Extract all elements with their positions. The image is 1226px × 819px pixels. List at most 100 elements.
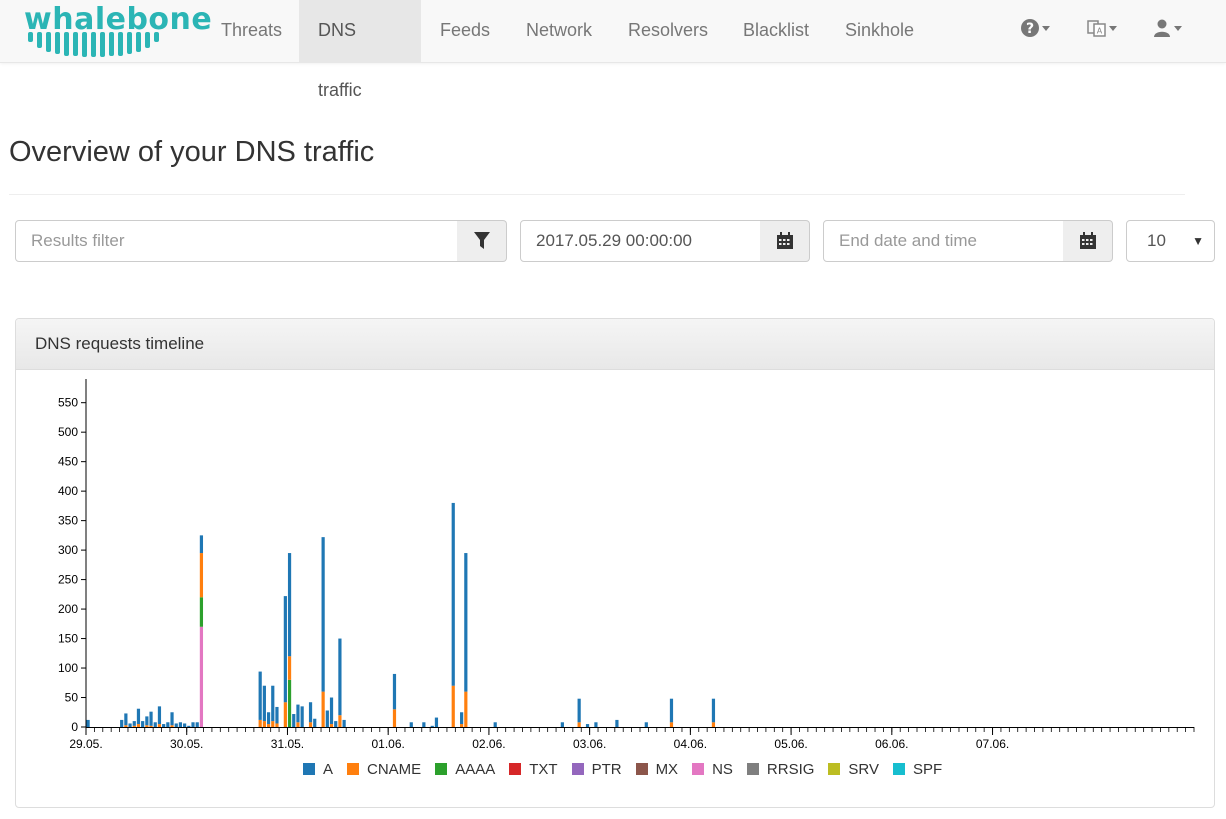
bar-segment-cname	[266, 724, 271, 727]
legend-label: AAAA	[455, 760, 496, 778]
legend-swatch	[828, 763, 841, 775]
bar-segment-a	[283, 596, 287, 703]
results-filter-input[interactable]	[15, 220, 458, 262]
nav-network[interactable]: Network	[507, 0, 611, 62]
bar-segment-cname	[287, 656, 292, 680]
bar-segment-a	[120, 719, 124, 727]
nav-sinkhole[interactable]: Sinkhole	[826, 0, 933, 62]
bar-segment-a	[594, 722, 598, 727]
x-tick-label: 04.06.	[674, 737, 707, 751]
bar-segment-cname	[271, 721, 275, 727]
legend-swatch	[635, 763, 648, 775]
bar-segment-a	[132, 721, 136, 726]
dropdown-arrow-icon: ▼	[1192, 234, 1204, 248]
bar-segment-a	[191, 722, 195, 727]
filter-button[interactable]	[457, 220, 507, 262]
svg-text:A: A	[1097, 27, 1103, 36]
end-date-calendar-button[interactable]	[1063, 220, 1113, 262]
bar-segment-a	[149, 711, 153, 726]
bar-segment-a	[262, 685, 266, 722]
legend-item-cname[interactable]: CNAME	[347, 760, 421, 778]
page-title: Overview of your DNS traffic	[9, 136, 375, 168]
legend-label: SPF	[913, 760, 943, 778]
page-size-select[interactable]: 10 ▼	[1126, 220, 1215, 262]
start-date-input[interactable]	[520, 220, 761, 262]
bar-segment-a	[334, 721, 338, 727]
svg-text:?: ?	[1026, 21, 1034, 37]
bar-segment-a	[287, 553, 292, 657]
help-menu[interactable]: ?	[1020, 18, 1050, 44]
bar-segment-cname	[392, 709, 397, 727]
y-tick-label: 450	[58, 455, 78, 469]
bar-segment-a	[464, 553, 468, 692]
nav-resolvers[interactable]: Resolvers	[609, 0, 727, 62]
bar-segment-a	[325, 710, 329, 727]
legend-label: NS	[712, 760, 733, 778]
bar-segment-a	[434, 717, 439, 727]
bar-segment-a	[313, 718, 317, 727]
legend-swatch	[509, 763, 522, 775]
bar-segment-aaaa	[287, 679, 292, 727]
chevron-down-icon	[1042, 25, 1050, 31]
bar-segment-a	[296, 704, 300, 723]
legend-item-a[interactable]: A	[303, 760, 333, 778]
y-tick-label: 150	[58, 632, 78, 646]
bar-segment-a	[460, 712, 464, 725]
legend-swatch	[347, 763, 360, 775]
user-icon	[1154, 19, 1170, 37]
bar-segment-cname	[338, 715, 342, 727]
legend-item-txt[interactable]: TXT	[509, 760, 558, 778]
y-tick-label: 300	[58, 543, 78, 557]
nav-feeds[interactable]: Feeds	[421, 0, 509, 62]
nav-threats[interactable]: Threats	[202, 0, 301, 62]
bar-segment-a	[615, 719, 619, 727]
legend-item-rrsig[interactable]: RRSIG	[746, 760, 815, 778]
bar-segment-cname	[275, 723, 279, 727]
legend-item-mx[interactable]: MX	[635, 760, 678, 778]
language-menu[interactable]: A	[1087, 18, 1117, 44]
x-tick-label: 02.06.	[472, 737, 505, 751]
bar-segment-a	[183, 723, 187, 727]
chart-legend: A CNAME AAAA TXT PTR MX NS RRSIG SRV SPF	[303, 760, 956, 778]
x-tick-label: 30.05.	[170, 737, 203, 751]
x-tick-label: 03.06.	[573, 737, 606, 751]
bar-segment-a	[321, 537, 325, 692]
y-tick-label: 50	[65, 691, 79, 705]
bar-segment-a	[329, 697, 334, 725]
bar-segment-a	[560, 722, 564, 727]
legend-item-aaaa[interactable]: AAAA	[435, 760, 495, 778]
bar-segment-a	[187, 725, 191, 727]
legend-item-ptr[interactable]: PTR	[571, 760, 622, 778]
bar-segment-a	[669, 698, 674, 723]
bar-segment-cname	[132, 725, 136, 727]
y-tick-label: 350	[58, 514, 78, 528]
legend-item-srv[interactable]: SRV	[828, 760, 879, 778]
legend-label: RRSIG	[766, 760, 815, 778]
bar-segment-a	[166, 722, 170, 727]
start-date-calendar-button[interactable]	[760, 220, 810, 262]
panel-title: DNS requests timeline	[16, 319, 1214, 370]
legend-item-ns[interactable]: NS	[692, 760, 733, 778]
legend-swatch	[692, 763, 705, 775]
bar-segment-a	[392, 673, 397, 710]
user-menu[interactable]	[1152, 18, 1182, 44]
bar-segment-cname	[136, 724, 141, 727]
brand-logo[interactable]: whalebone	[22, 2, 212, 60]
bar-segment-cname	[321, 691, 325, 727]
nav-dns-traffic[interactable]: DNS traffic	[299, 0, 421, 100]
bar-segment-a	[174, 723, 178, 727]
y-tick-label: 500	[58, 425, 78, 439]
bar-segment-aaaa	[199, 597, 204, 627]
bar-segment-cname	[170, 725, 174, 727]
legend-label: SRV	[848, 760, 879, 778]
bar-segment-cname	[711, 722, 716, 727]
bar-segment-cname	[149, 725, 153, 727]
end-date-input[interactable]	[823, 220, 1064, 262]
bar-segment-cname	[199, 553, 204, 598]
bar-segment-a	[195, 722, 199, 727]
nav-blacklist[interactable]: Blacklist	[724, 0, 828, 62]
legend-item-spf[interactable]: SPF	[893, 760, 942, 778]
bar-segment-a	[86, 719, 90, 727]
divider	[9, 194, 1185, 195]
legend-swatch	[893, 763, 905, 775]
